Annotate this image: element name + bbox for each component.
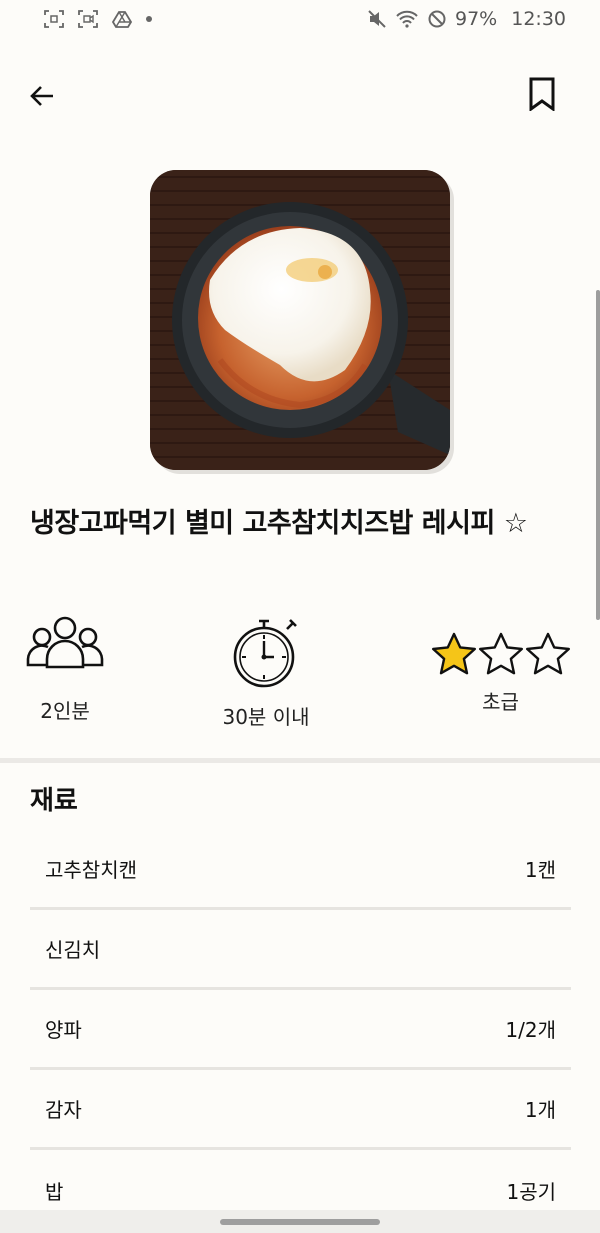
star-filled-icon (431, 632, 476, 675)
status-notifications (44, 10, 152, 28)
recipe-info: 2인분 30분 이내 초급 (0, 615, 600, 740)
bookmark-button[interactable] (522, 74, 562, 114)
status-bar: 97% 12:30 (0, 0, 600, 38)
ingredient-name: 밥 (45, 1179, 64, 1204)
ingredient-amount: 1캔 (524, 858, 556, 882)
ingredient-row: 양파 1/2개 (30, 990, 571, 1070)
app-bar (0, 70, 600, 122)
more-notifications-dot (146, 16, 152, 22)
bookmark-icon (529, 77, 555, 111)
difficulty-info: 초급 (428, 615, 573, 715)
recipe-photo (150, 170, 450, 470)
stopwatch-icon (233, 619, 297, 688)
ingredient-row: 감자 1개 (30, 1070, 571, 1150)
servings-info: 2인분 (24, 615, 106, 724)
time-info: 30분 이내 (210, 615, 322, 730)
star-empty-icon (525, 632, 570, 675)
recipe-title: 냉장고파먹기 별미 고추참치치즈밥 레시피 ☆ (30, 508, 528, 539)
scroll-indicator[interactable] (596, 290, 600, 620)
wifi-icon (395, 9, 419, 29)
screen-record-icon (78, 10, 98, 28)
home-gesture-handle[interactable] (220, 1219, 380, 1225)
do-not-disturb-icon (427, 9, 447, 29)
drive-icon (112, 10, 132, 28)
ingredients-list: 고추참치캔 1캔 신김치 양파 1/2개 감자 1개 밥 1공기 (30, 830, 571, 1230)
time-label: 30분 이내 (222, 705, 310, 729)
ingredient-amount: 1개 (524, 1098, 556, 1122)
difficulty-label: 초급 (482, 690, 519, 714)
people-icon (26, 616, 104, 669)
navigation-bar (0, 1210, 600, 1233)
ingredients-title: 재료 (30, 786, 78, 816)
ingredient-amount: 1공기 (506, 1179, 556, 1204)
ingredient-name: 신김치 (45, 938, 101, 962)
servings-label: 2인분 (40, 699, 90, 723)
ingredient-name: 양파 (45, 1018, 82, 1042)
difficulty-stars (428, 632, 573, 676)
battery-percent: 97% (455, 8, 498, 30)
status-system: 97% 12:30 (367, 8, 566, 30)
ingredient-amount: 1/2개 (505, 1018, 556, 1042)
ingredient-name: 감자 (45, 1098, 82, 1122)
ingredient-row: 신김치 (30, 910, 571, 990)
arrow-left-icon (30, 86, 53, 106)
back-button[interactable] (22, 76, 62, 116)
star-empty-icon (478, 632, 523, 675)
section-divider (0, 758, 600, 763)
ingredient-row: 고추참치캔 1캔 (30, 830, 571, 910)
mute-icon (367, 9, 387, 29)
ingredient-name: 고추참치캔 (45, 858, 137, 882)
clock: 12:30 (511, 8, 566, 30)
screenshot-icon (44, 10, 64, 28)
